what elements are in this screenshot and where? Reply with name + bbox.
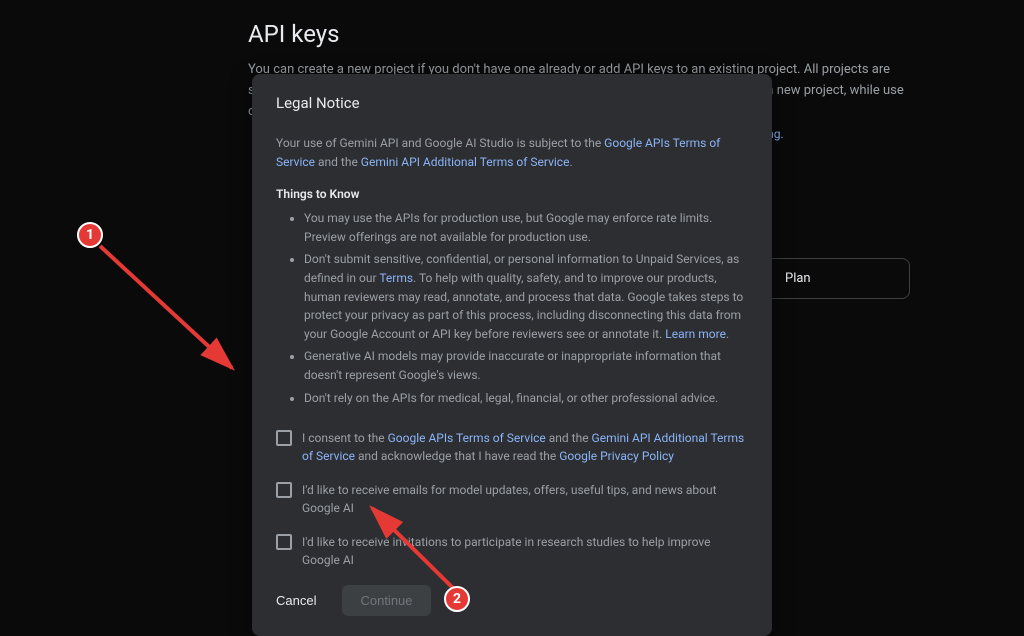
- bullet-item: Generative AI models may provide inaccur…: [304, 347, 748, 384]
- modal-intro: Your use of Gemini API and Google AI Stu…: [276, 134, 748, 171]
- page-title: API keys: [248, 20, 920, 48]
- plan-header-text: Plan: [785, 271, 811, 286]
- gemini-additional-tos-link[interactable]: Gemini API Additional Terms of Service: [361, 155, 570, 169]
- privacy-policy-link[interactable]: Google Privacy Policy: [559, 449, 674, 463]
- annotation-arrow-2: [360, 500, 470, 600]
- bullet-item: Don't rely on the APIs for medical, lega…: [304, 389, 748, 408]
- research-row: I'd like to receive invitations to parti…: [276, 533, 748, 569]
- research-checkbox[interactable]: [276, 534, 292, 550]
- modal-actions: Cancel Continue: [276, 585, 748, 616]
- consent-row: I consent to the Google APIs Terms of Se…: [276, 429, 748, 465]
- annotation-badge-2: 2: [444, 586, 470, 612]
- consent-checkbox[interactable]: [276, 430, 292, 446]
- consent-label: I consent to the Google APIs Terms of Se…: [302, 429, 748, 465]
- consent-text: and acknowledge that I have read the: [355, 449, 559, 463]
- consent-text: I consent to the: [302, 431, 388, 445]
- bullet-item: You may use the APIs for production use,…: [304, 209, 748, 246]
- things-to-know-heading: Things to Know: [276, 187, 748, 201]
- terms-link[interactable]: Terms: [379, 271, 413, 285]
- legal-notice-modal: Legal Notice Your use of Gemini API and …: [252, 74, 772, 636]
- bullet-item: Don't submit sensitive, confidential, or…: [304, 250, 748, 343]
- bullet-text: .: [726, 327, 729, 341]
- annotation-badge-1: 1: [77, 222, 103, 248]
- annotation-arrow-1: [92, 238, 252, 388]
- cancel-button[interactable]: Cancel: [276, 585, 334, 616]
- intro-suffix: .: [569, 155, 572, 169]
- emails-checkbox[interactable]: [276, 482, 292, 498]
- google-apis-tos-link-2[interactable]: Google APIs Terms of Service: [388, 431, 546, 445]
- intro-mid: and the: [315, 155, 361, 169]
- modal-title: Legal Notice: [276, 94, 748, 112]
- intro-text: Your use of Gemini API and Google AI Stu…: [276, 136, 604, 150]
- things-to-know-list: You may use the APIs for production use,…: [276, 209, 748, 407]
- learn-more-link[interactable]: Learn more: [665, 327, 726, 341]
- table-plan-column: Plan: [760, 258, 910, 299]
- emails-row: I'd like to receive emails for model upd…: [276, 481, 748, 517]
- consent-text: and the: [546, 431, 592, 445]
